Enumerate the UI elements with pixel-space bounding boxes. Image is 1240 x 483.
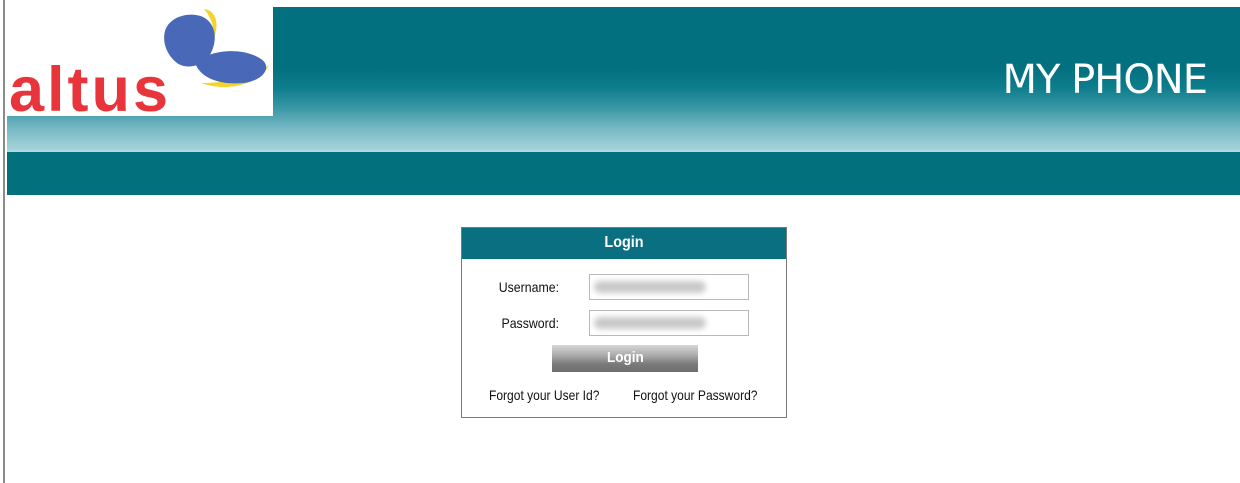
header-stripe — [7, 152, 1240, 195]
login-panel: Login Username: Password: Login Forgot y… — [461, 227, 787, 418]
login-panel-title: Login — [478, 228, 770, 259]
username-label: Username: — [498, 279, 559, 295]
login-button[interactable]: Login — [552, 345, 698, 372]
password-input[interactable] — [589, 310, 749, 336]
password-label: Password: — [501, 315, 559, 331]
username-value-redacted — [594, 281, 706, 293]
left-border — [3, 0, 5, 483]
altus-logo: altus — [7, 7, 273, 116]
forgot-user-id-link[interactable]: Forgot your User Id? — [489, 387, 599, 403]
password-value-redacted — [594, 317, 706, 329]
logo-wordmark: altus — [9, 55, 171, 116]
forgot-password-link[interactable]: Forgot your Password? — [633, 387, 757, 403]
login-panel-header: Login — [462, 228, 786, 259]
login-button-label: Login — [606, 349, 644, 366]
header-title: MY PHONE — [1002, 57, 1208, 103]
username-input[interactable] — [589, 274, 749, 300]
butterfly-logo-icon: altus — [9, 9, 269, 116]
